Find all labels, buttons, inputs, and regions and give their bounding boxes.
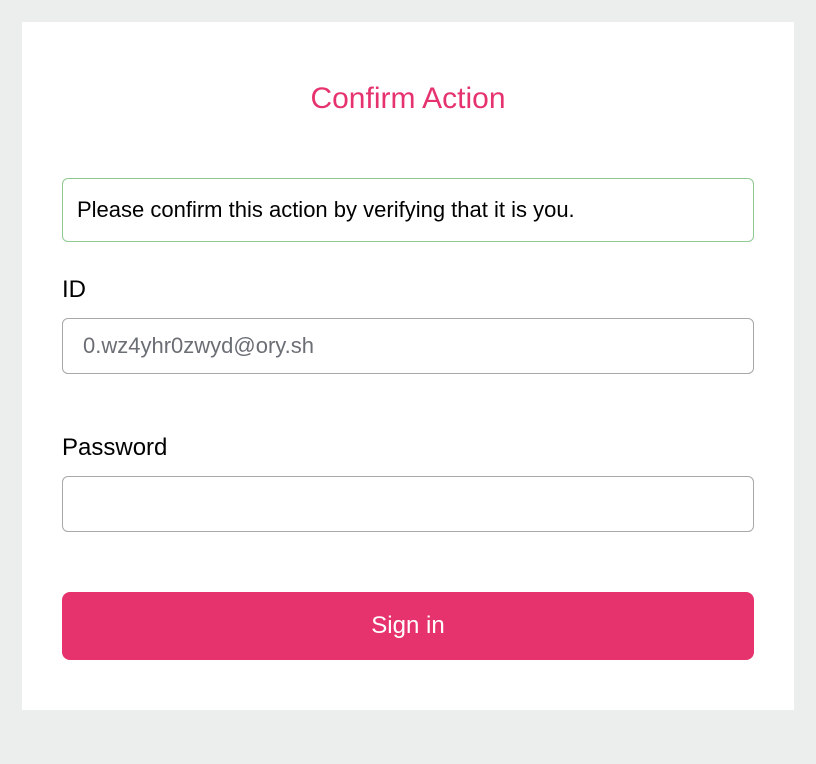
password-label: Password: [62, 434, 754, 462]
id-label: ID: [62, 276, 754, 304]
id-field-group: ID: [62, 276, 754, 374]
info-message: Please confirm this action by verifying …: [62, 178, 754, 242]
id-input[interactable]: [62, 318, 754, 374]
confirm-action-card: Confirm Action Please confirm this actio…: [22, 22, 794, 710]
password-field-group: Password: [62, 434, 754, 532]
page-title: Confirm Action: [62, 82, 754, 116]
password-input[interactable]: [62, 476, 754, 532]
sign-in-button[interactable]: Sign in: [62, 592, 754, 660]
